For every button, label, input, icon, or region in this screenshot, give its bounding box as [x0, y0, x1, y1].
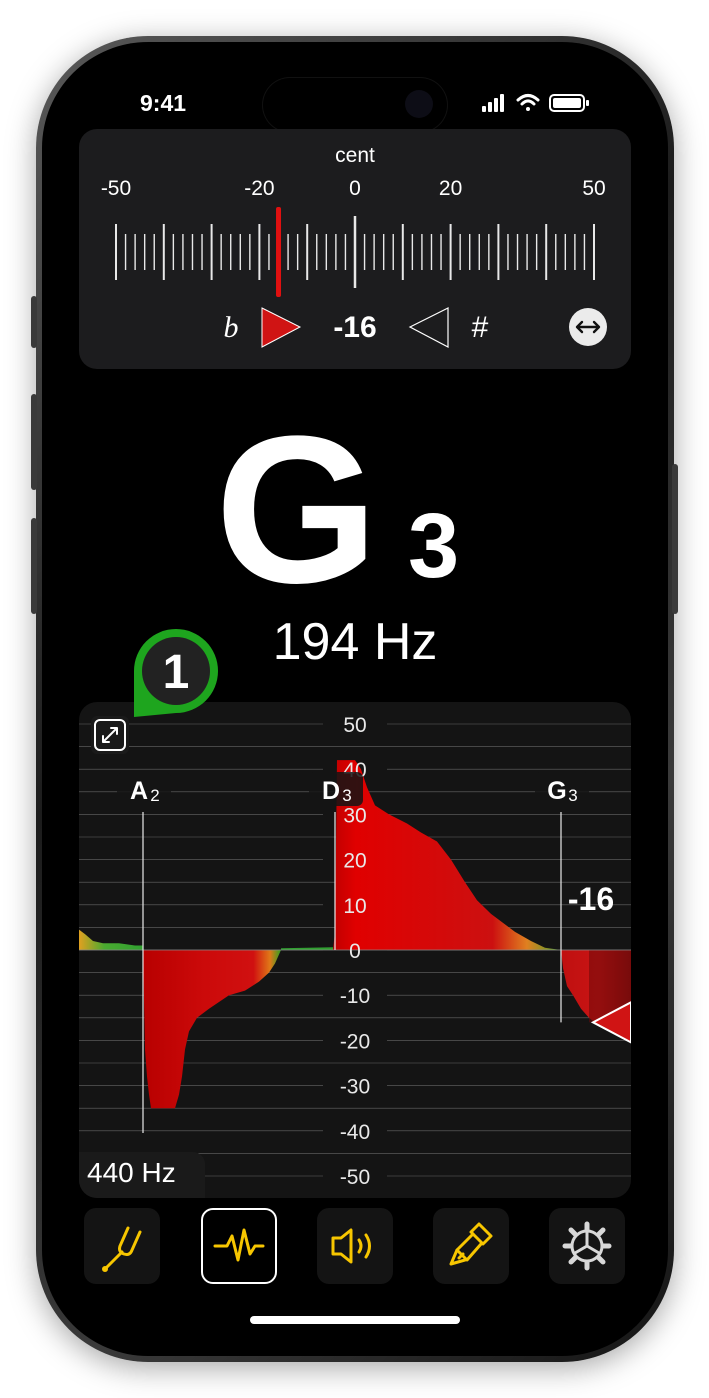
camera-icon — [405, 90, 433, 118]
home-indicator — [250, 1316, 460, 1324]
y-tick-label: 50 — [343, 714, 366, 737]
cent-needle — [276, 207, 282, 297]
y-tick-label: -30 — [340, 1076, 370, 1099]
note-marker-name: G — [547, 777, 566, 805]
y-tick-label: 30 — [343, 804, 366, 827]
current-cents-label: -16 — [568, 881, 614, 917]
y-tick-label: 0 — [349, 940, 361, 963]
y-tick-label: -10 — [340, 985, 370, 1008]
sharp-symbol: # — [472, 311, 489, 344]
cent-label: cent — [335, 144, 375, 167]
y-tick-label: 20 — [343, 850, 366, 873]
battery-icon — [549, 94, 589, 112]
note-marker-octave: 2 — [150, 786, 159, 805]
pitch-history-chart: 50403020100-10-20-30-40-50A 2 D 3 G 3-16 — [79, 712, 631, 1189]
screen: 9:41 cent -50 -20 0 20 50 b -16 # G 3 194 Hz 50 4… — [60, 60, 650, 1338]
step-badge-number: 1 — [163, 646, 190, 699]
cent-scale-label: 0 — [349, 177, 361, 200]
in-tune-segment — [281, 947, 333, 950]
expand-icon[interactable] — [91, 716, 129, 754]
tab-tuner[interactable] — [84, 1208, 160, 1284]
action-button — [31, 296, 37, 348]
flat-indicator-icon — [261, 307, 302, 348]
note-trace-A2 — [143, 950, 281, 1109]
step-badge: 1 — [134, 629, 218, 717]
tuning-fork-icon — [102, 1226, 142, 1272]
in-tune-segment — [79, 929, 143, 950]
sharp-indicator-icon — [408, 307, 449, 348]
cent-scale-label: 50 — [582, 177, 605, 200]
cent-meter-panel: cent -50 -20 0 20 50 b -16 # — [79, 129, 631, 369]
status-icons — [482, 94, 589, 112]
note-marker-name: D — [322, 777, 340, 805]
y-tick-label: 10 — [343, 895, 366, 918]
tab-sound[interactable] — [317, 1208, 393, 1284]
y-tick-label: -40 — [340, 1121, 370, 1144]
note-trace-D3 — [333, 760, 561, 950]
flat-symbol: b — [224, 311, 239, 344]
tab-history[interactable] — [201, 1208, 277, 1284]
speaker-icon — [331, 1228, 371, 1264]
signal-icon — [482, 94, 504, 112]
status-time: 9:41 — [140, 90, 187, 116]
gear-icon — [562, 1221, 612, 1271]
cent-deviation: -16 — [333, 311, 376, 344]
power-button — [672, 464, 678, 614]
wifi-icon — [516, 94, 540, 111]
brush-icon — [449, 1222, 493, 1266]
cent-scale-label: 20 — [439, 177, 462, 200]
note-marker-octave: 3 — [568, 786, 577, 805]
y-tick-label: -20 — [340, 1030, 370, 1053]
volume-down-button — [31, 518, 37, 614]
tab-themes[interactable] — [433, 1208, 509, 1284]
cent-scale-label: -50 — [101, 177, 131, 200]
left-right-arrow-icon[interactable] — [569, 308, 607, 346]
volume-up-button — [31, 394, 37, 490]
cent-scale-label: -20 — [244, 177, 274, 200]
note-octave: 3 — [408, 495, 460, 597]
pitch-history-graph: 50 40 30 20 10 0 -10 -20 -30 -40 -50 A 2 D 3 G 3 -16 — [79, 702, 631, 1198]
note-marker-octave: 3 — [342, 786, 351, 805]
tab-settings[interactable] — [549, 1208, 625, 1284]
cent-meter: cent -50 -20 0 20 50 b -16 # — [101, 144, 607, 348]
waveform-icon — [213, 1228, 265, 1262]
note-marker-name: A — [130, 777, 148, 805]
reference-frequency[interactable]: 440 Hz — [87, 1157, 176, 1189]
y-tick-label: -50 — [340, 1166, 370, 1189]
note-name: G — [215, 392, 378, 627]
